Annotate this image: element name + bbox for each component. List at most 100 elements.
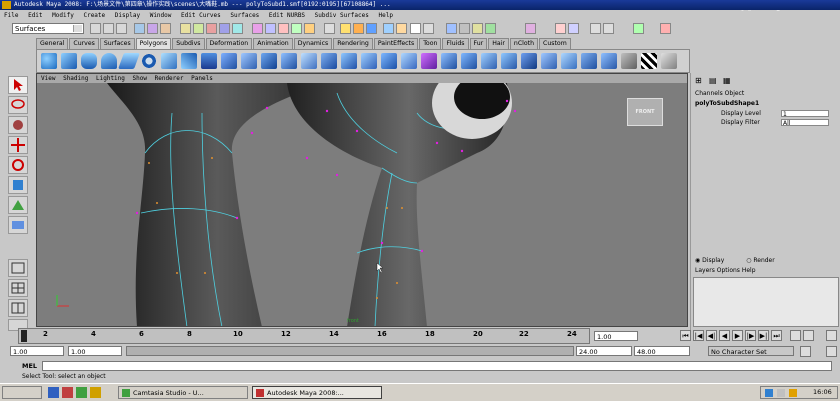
current-time-marker[interactable] (21, 330, 27, 342)
open-scene-icon[interactable] (103, 23, 114, 34)
outliner-icon[interactable] (633, 23, 644, 34)
menu-edit[interactable]: Edit (28, 12, 42, 19)
snap-view-plane-icon[interactable] (291, 23, 302, 34)
layer-menu[interactable]: Layers Options Help (695, 267, 756, 274)
vp-menu-shading[interactable]: Shading (63, 75, 88, 82)
toggle-tool-settings-icon[interactable] (472, 23, 483, 34)
split-icon[interactable] (421, 53, 437, 69)
poly-cone-icon[interactable] (101, 53, 117, 69)
tab-painteffects[interactable]: PaintEffects (373, 38, 419, 49)
quicklaunch-folder-icon[interactable] (90, 387, 101, 398)
pick-mask-icon[interactable] (180, 23, 191, 34)
prefs-icon[interactable] (826, 346, 837, 357)
rotate-tool-icon[interactable] (8, 156, 28, 174)
layer-editor-mode-icon[interactable]: ▤ (709, 76, 717, 85)
channel-box-tabs[interactable]: Channels Object (695, 90, 744, 97)
tab-fluids[interactable]: Fluids (442, 38, 469, 49)
new-scene-icon[interactable] (90, 23, 101, 34)
shelf-menu-icon[interactable] (661, 53, 677, 69)
viewport-panel[interactable]: View Shading Lighting Show Renderer Pane… (36, 73, 688, 327)
tab-ncloth[interactable]: nCloth (509, 38, 539, 49)
vp-menu-show[interactable]: Show (133, 75, 147, 82)
poly-cube-icon[interactable] (61, 53, 77, 69)
select-object-icon[interactable] (147, 23, 158, 34)
booleans-icon[interactable] (281, 53, 297, 69)
channel-box-mode-icon[interactable]: ⊞ (695, 76, 702, 85)
attr-field-display-filter[interactable]: All (781, 119, 829, 127)
toggle-layer-editor-icon[interactable] (485, 23, 496, 34)
snap-point-icon[interactable] (278, 23, 289, 34)
start-button[interactable] (2, 386, 42, 399)
auto-key-icon[interactable] (790, 330, 801, 341)
step-back-key-icon[interactable]: ◀| (706, 330, 717, 341)
select-tool-icon[interactable] (8, 76, 28, 94)
tab-custom[interactable]: Custom (539, 38, 571, 49)
layer-list[interactable] (693, 277, 839, 327)
tab-subdivs[interactable]: Subdivs (172, 38, 205, 49)
combine-icon[interactable] (221, 53, 237, 69)
quicklaunch-desktop-icon[interactable] (48, 387, 59, 398)
quicklaunch-media-icon[interactable] (76, 387, 87, 398)
tray-network-icon[interactable] (765, 389, 773, 397)
lasso-tool-icon[interactable] (8, 96, 28, 114)
graph-editor-icon[interactable] (660, 23, 671, 34)
bevel-icon[interactable] (481, 53, 497, 69)
delete-edge-icon[interactable] (521, 53, 537, 69)
append-icon[interactable] (401, 53, 417, 69)
input-line-icon[interactable] (383, 23, 394, 34)
panel-layout-2-icon[interactable] (568, 23, 579, 34)
render-settings-icon[interactable] (366, 23, 377, 34)
range-slider[interactable] (126, 346, 574, 356)
help-icon[interactable] (396, 23, 407, 34)
vp-menu-panels[interactable]: Panels (191, 75, 213, 82)
play-forward-icon[interactable]: ▶ (732, 330, 743, 341)
scale-tool-icon[interactable] (8, 176, 28, 194)
radio-render[interactable]: ○ Render (746, 257, 775, 264)
uv-editor-icon[interactable] (621, 53, 637, 69)
separate-icon[interactable] (241, 53, 257, 69)
tab-hair[interactable]: Hair (488, 38, 509, 49)
poly-plane-icon[interactable] (118, 53, 140, 69)
tab-animation[interactable]: Animation (253, 38, 293, 49)
tab-curves[interactable]: Curves (69, 38, 99, 49)
vp-menu-lighting[interactable]: Lighting (96, 75, 125, 82)
vp-menu-renderer[interactable]: Renderer (155, 75, 184, 82)
range-start-field[interactable]: 1.00 (10, 346, 64, 356)
menu-create[interactable]: Create (83, 12, 105, 19)
playback-start-field[interactable]: 1.00 (68, 346, 122, 356)
key-icon[interactable] (826, 330, 837, 341)
play-backward-icon[interactable]: ◀ (719, 330, 730, 341)
time-slider[interactable]: 2 4 6 8 10 12 14 16 18 20 22 24 (18, 328, 590, 344)
playback-end-field[interactable]: 24.00 (576, 346, 632, 356)
move-tool-icon[interactable] (8, 136, 28, 154)
checker-icon[interactable] (641, 53, 657, 69)
toggle-attribute-editor-icon[interactable] (459, 23, 470, 34)
panel-layout-3-icon[interactable] (590, 23, 601, 34)
snap-curve-icon[interactable] (265, 23, 276, 34)
layout-single-icon[interactable] (8, 259, 28, 277)
offset-edge-loop-icon[interactable] (461, 53, 477, 69)
save-scene-icon[interactable] (116, 23, 127, 34)
poly-prism-icon[interactable] (161, 53, 177, 69)
manipulator-tool-icon[interactable] (8, 196, 28, 214)
history-icon[interactable] (324, 23, 335, 34)
tab-fur[interactable]: Fur (469, 38, 488, 49)
extrude-icon[interactable] (361, 53, 377, 69)
tab-general[interactable]: General (36, 38, 69, 49)
menu-edit-nurbs[interactable]: Edit NURBS (269, 12, 305, 19)
pick-handles-icon[interactable] (193, 23, 204, 34)
select-component-icon[interactable] (160, 23, 171, 34)
poly-sphere-icon[interactable] (41, 53, 57, 69)
character-set-select[interactable]: No Character Set (708, 346, 794, 356)
tab-surfaces[interactable]: Surfaces (99, 38, 135, 49)
poly-torus-icon[interactable] (141, 53, 157, 69)
character-key-icon[interactable] (800, 346, 811, 357)
triangulate-icon[interactable] (561, 53, 577, 69)
panel-layout-4-icon[interactable] (603, 23, 614, 34)
range-end-field[interactable]: 48.00 (634, 346, 690, 356)
tab-toon[interactable]: Toon (419, 38, 442, 49)
poly-pyramid-icon[interactable] (181, 53, 197, 69)
command-input[interactable] (42, 361, 832, 371)
pick-surfaces-icon[interactable] (232, 23, 243, 34)
reverse-normals-icon[interactable] (601, 53, 617, 69)
